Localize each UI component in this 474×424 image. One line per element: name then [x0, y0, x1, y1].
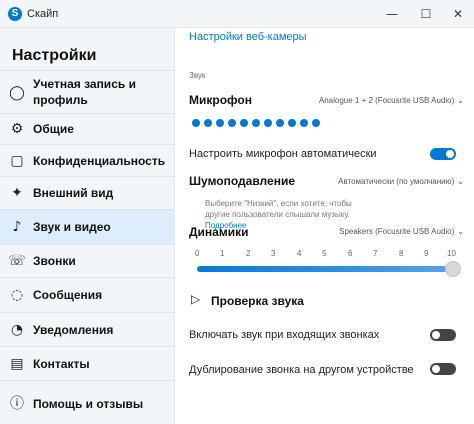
duplicate-ringing-label: Дублирование звонка на другом устройстве [189, 364, 414, 376]
mic-level-dot [276, 119, 284, 127]
sidebar-item-label: Уведомления [33, 323, 114, 337]
mic-level-dot [312, 119, 320, 127]
wand-icon: ✦ [11, 185, 23, 201]
mic-level-dot [300, 119, 308, 127]
sidebar-item-label: Общие [33, 122, 74, 136]
account-icon: ◯ [9, 85, 25, 101]
duplicate-ringing-toggle[interactable] [430, 363, 456, 375]
volume-tick-labels: 0 1 2 3 4 5 6 7 8 9 10 [189, 249, 459, 261]
mic-level-dot [252, 119, 260, 127]
chevron-down-icon: ⌄ [457, 96, 464, 105]
contacts-icon: ▤ [10, 356, 24, 372]
sidebar-item-calls[interactable]: ☏ Звонки [0, 244, 174, 277]
noise-hint-text: Выберите "Низкий", если хотите, чтобы др… [205, 199, 352, 219]
toggle-knob [432, 365, 440, 373]
help-icon: ⓘ [10, 396, 24, 412]
sidebar-item-label: Конфиденциальность [33, 154, 166, 168]
volume-tick: 3 [271, 249, 276, 258]
sound-section-caption: Звук [189, 71, 206, 80]
sidebar-item-messages[interactable]: ◌ Сообщения [0, 277, 174, 312]
sidebar-item-label: Сообщения [33, 288, 103, 302]
speaker-volume-slider[interactable] [197, 266, 453, 272]
sidebar-item-label: Учетная запись и профиль [33, 77, 136, 107]
sidebar-item-label: Звук и видео [33, 220, 111, 234]
maximize-button[interactable]: ☐ [414, 4, 438, 24]
sidebar-item-account[interactable]: ◯ Учетная запись и профиль [0, 70, 174, 113]
volume-tick: 4 [297, 249, 302, 258]
volume-tick: 5 [322, 249, 327, 258]
sidebar-item-help[interactable]: ⓘ Помощь и отзывы [0, 380, 174, 424]
mic-level-dot [192, 119, 200, 127]
sidebar-item-notifications[interactable]: ◔ Уведомления [0, 312, 174, 346]
noise-suppression-title: Шумоподавление [189, 174, 295, 188]
close-button[interactable]: ✕ [446, 4, 470, 24]
volume-tick: 8 [399, 249, 404, 258]
mic-level-dot [204, 119, 212, 127]
lock-icon: ▢ [10, 153, 24, 169]
speaker-volume-thumb[interactable] [445, 261, 461, 277]
mic-level-dot [216, 119, 224, 127]
speakers-title: Динамики [189, 225, 249, 239]
volume-tick: 1 [220, 249, 225, 258]
noise-suppression-select[interactable]: Автоматически (по умолчанию) ⌄ [338, 177, 464, 186]
microphone-icon: ♪ [12, 219, 22, 235]
mic-level-dot [228, 119, 236, 127]
minimize-button[interactable]: — [380, 4, 404, 24]
mic-level-dot [240, 119, 248, 127]
incoming-call-sound-toggle[interactable] [430, 329, 456, 341]
incoming-call-sound-label: Включать звук при входящих звонках [189, 329, 380, 341]
chevron-down-icon: ⌄ [457, 227, 464, 236]
sidebar-item-label: Контакты [33, 357, 90, 371]
sidebar-item-label: Помощь и отзывы [33, 397, 144, 411]
skype-logo-icon: S [8, 7, 22, 21]
volume-tick: 7 [373, 249, 378, 258]
sidebar-item-privacy[interactable]: ▢ Конфиденциальность [0, 144, 174, 176]
sidebar-item-audio-video[interactable]: ♪ Звук и видео [0, 209, 174, 244]
audio-video-settings-panel: Настройки веб-камеры Звук Микрофон Analo… [175, 28, 474, 424]
microphone-device-select[interactable]: Analogue 1 + 2 (Focusrite USB Audio) ⌄ [319, 96, 464, 105]
microphone-device-value: Analogue 1 + 2 (Focusrite USB Audio) [318, 96, 455, 105]
sidebar-item-general[interactable]: ⚙ Общие [0, 113, 174, 144]
auto-mic-label: Настроить микрофон автоматически [189, 148, 377, 160]
volume-tick: 2 [246, 249, 251, 258]
mic-level-dot [264, 119, 272, 127]
chat-icon: ◌ [10, 287, 24, 303]
sidebar-item-label: Звонки [33, 254, 76, 268]
phone-icon: ☏ [8, 253, 26, 269]
sidebar-item-label: Внешний вид [33, 186, 114, 200]
gear-icon: ⚙ [10, 121, 24, 137]
sidebar-title: Настройки [12, 47, 97, 64]
settings-sidebar: Настройки ◯ Учетная запись и профиль ⚙ О… [0, 28, 175, 424]
microphone-title: Микрофон [189, 93, 252, 107]
volume-tick: 9 [424, 249, 429, 258]
toggle-knob [432, 331, 440, 339]
play-icon[interactable]: ▷ [191, 292, 200, 306]
speakers-device-select[interactable]: Speakers (Focusrite USB Audio) ⌄ [339, 227, 464, 236]
speakers-device-value: Speakers (Focusrite USB Audio) [339, 227, 455, 236]
auto-mic-toggle[interactable] [430, 148, 456, 160]
title-bar: S Скайп — ☐ ✕ [0, 0, 474, 28]
volume-tick: 6 [348, 249, 353, 258]
window-title: Скайп [27, 8, 59, 20]
toggle-knob [446, 150, 454, 158]
noise-suppression-value: Автоматически (по умолчанию) [338, 177, 455, 186]
sidebar-item-contacts[interactable]: ▤ Контакты [0, 346, 174, 380]
mic-level-dot [288, 119, 296, 127]
bell-icon: ◔ [10, 322, 24, 338]
volume-tick: 10 [447, 249, 456, 258]
webcam-settings-link[interactable]: Настройки веб-камеры [189, 31, 307, 43]
test-sound-button[interactable]: Проверка звука [211, 294, 304, 308]
volume-tick: 0 [195, 249, 200, 258]
chevron-down-icon: ⌄ [457, 177, 464, 186]
sidebar-item-appearance[interactable]: ✦ Внешний вид [0, 176, 174, 209]
